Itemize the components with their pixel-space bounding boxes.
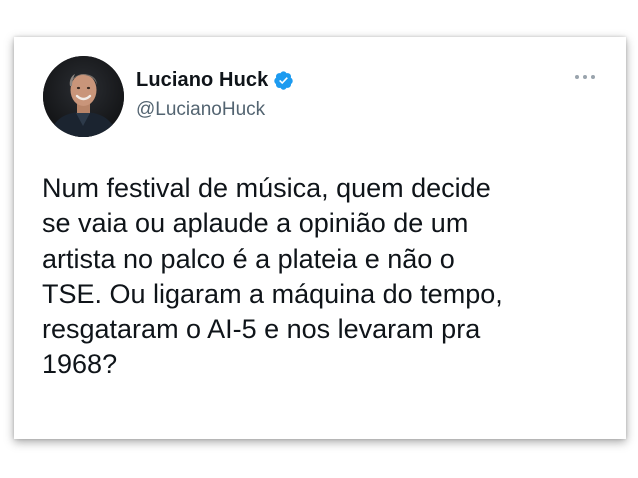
display-name[interactable]: Luciano Huck [136,69,268,92]
verified-badge-icon [273,70,294,91]
tweet-text: Num festival de música, quem decide se v… [42,173,503,380]
tweet-card[interactable]: Luciano Huck @LucianoHuck Num festival d… [14,37,626,439]
more-options-icon[interactable] [570,67,600,87]
screenshot-stage: Luciano Huck @LucianoHuck Num festival d… [0,0,638,478]
user-handle[interactable]: @LucianoHuck [136,99,265,121]
avatar[interactable] [43,56,124,137]
author-name-row[interactable]: Luciano Huck [136,67,294,93]
profile-photo-icon [43,56,124,137]
